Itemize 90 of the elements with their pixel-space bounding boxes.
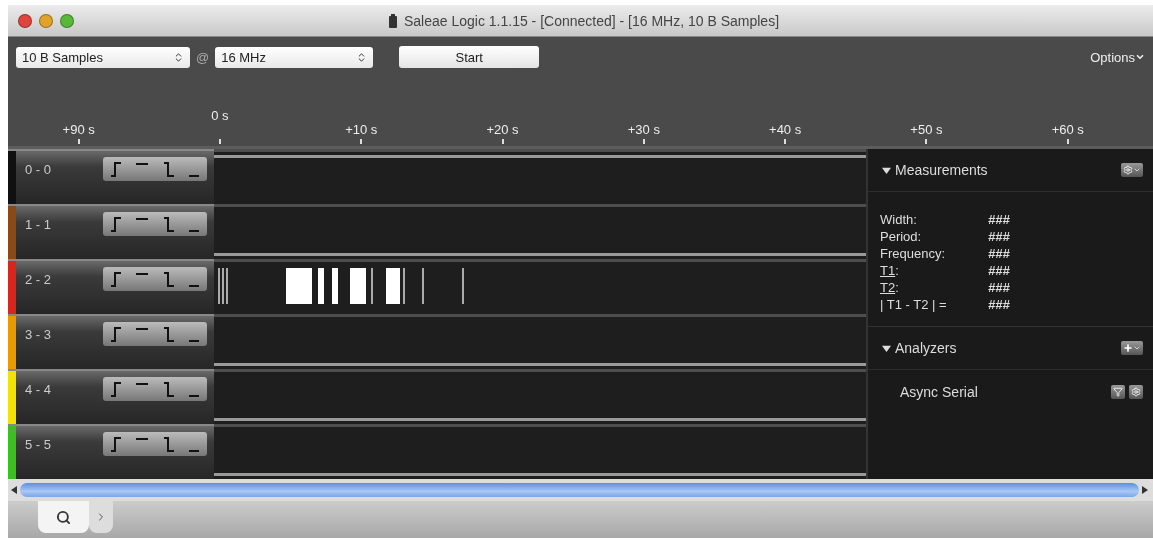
measurement-label[interactable]: T1: <box>880 263 988 278</box>
gear-icon <box>1131 387 1141 397</box>
tick-mark <box>218 139 221 144</box>
expanded-triangle-icon[interactable] <box>882 165 891 175</box>
measurement-label: Width: <box>880 212 918 227</box>
channel-name: 4 - 4 <box>24 381 52 397</box>
panel-title: Measurements <box>895 162 989 178</box>
gear-icon <box>1123 165 1133 175</box>
falling-edge-icon[interactable] <box>161 160 176 178</box>
measurement-value: ### <box>988 297 1011 312</box>
measurement-value: ### <box>988 212 1011 227</box>
channel-name: 5 - 5 <box>24 436 52 452</box>
options-button[interactable]: Options <box>1090 49 1145 65</box>
falling-edge-icon[interactable] <box>161 435 176 453</box>
scroll-right-icon[interactable] <box>1141 486 1149 494</box>
channel-header[interactable]: 3 - 3 <box>8 314 214 369</box>
plus-icon <box>1123 343 1133 353</box>
rising-edge-icon[interactable] <box>108 215 123 233</box>
trigger-button-group[interactable] <box>103 377 207 401</box>
samples-dropdown[interactable]: 10 B Samples <box>16 46 190 68</box>
measurement-value: ### <box>988 246 1011 261</box>
falling-edge-icon[interactable] <box>161 270 176 288</box>
caret-icon <box>1133 344 1141 352</box>
measurement-value: ### <box>988 263 1011 278</box>
zoom-button[interactable] <box>60 13 74 28</box>
measurement-label[interactable]: T2: <box>880 280 988 295</box>
time-tick-label: +60 s <box>1051 122 1084 137</box>
trigger-button-group[interactable] <box>103 212 207 236</box>
caret-icon <box>1135 52 1145 62</box>
channel-header[interactable]: 1 - 1 <box>8 204 214 259</box>
channel-name: 1 - 1 <box>24 216 52 232</box>
tick-mark <box>360 139 363 144</box>
filter-button[interactable] <box>1111 385 1125 399</box>
expanded-triangle-icon[interactable] <box>882 343 891 353</box>
measurement-label: | T1 - T2 | = <box>880 297 948 312</box>
time-tick-label: +20 s <box>486 122 519 137</box>
time-tick-label: +10 s <box>345 122 378 137</box>
measurement-value: ### <box>988 229 1011 244</box>
measurement-label: Period: <box>880 229 923 244</box>
measurement-value: ### <box>988 280 1011 295</box>
panel-title: Analyzers <box>895 340 958 356</box>
channel-header[interactable]: 4 - 4 <box>8 369 214 424</box>
analyzer-name[interactable]: Async Serial <box>900 384 1111 400</box>
search-tab[interactable] <box>38 501 89 533</box>
trigger-button-group[interactable] <box>103 322 207 346</box>
tick-mark <box>501 139 504 144</box>
tick-mark <box>925 139 928 144</box>
scroll-left-icon[interactable] <box>10 486 18 494</box>
window-title: Saleae Logic 1.1.15 - [Connected] - [16 MHz, 10 B Samples] <box>403 12 780 29</box>
channel-header[interactable]: 0 - 0 <box>8 149 214 204</box>
rising-edge-icon[interactable] <box>108 325 123 343</box>
filter-icon <box>1113 387 1123 397</box>
time-tick-label: +40 s <box>769 122 802 137</box>
time-origin-label: 0 s <box>211 108 229 123</box>
start-button[interactable]: Start <box>399 46 540 68</box>
rising-edge-icon[interactable] <box>108 435 123 453</box>
settings-menu-button[interactable] <box>1121 163 1143 177</box>
channel-header[interactable]: 2 - 2 <box>8 259 214 314</box>
search-icon <box>56 509 71 525</box>
rate-dropdown[interactable]: 16 MHz <box>215 46 374 68</box>
channel-header[interactable]: 5 - 5 <box>8 424 214 479</box>
up-down-arrows-icon <box>173 51 184 63</box>
falling-edge-icon[interactable] <box>161 380 176 398</box>
rising-edge-icon[interactable] <box>108 270 123 288</box>
time-tick-label: +90 s <box>62 122 95 137</box>
rising-edge-icon[interactable] <box>108 380 123 398</box>
settings-button[interactable] <box>1129 385 1143 399</box>
close-button[interactable] <box>18 13 32 28</box>
channel-name: 0 - 0 <box>24 161 52 177</box>
device-icon <box>387 13 398 28</box>
channel-name: 2 - 2 <box>24 271 52 287</box>
measurement-label: Frequency: <box>880 246 947 261</box>
channel-name: 3 - 3 <box>24 326 52 342</box>
falling-edge-icon[interactable] <box>161 215 176 233</box>
add-menu-button[interactable] <box>1121 341 1143 355</box>
time-tick-label: +50 s <box>910 122 943 137</box>
tick-mark <box>642 139 645 144</box>
tick-mark <box>1066 139 1069 144</box>
trigger-button-group[interactable] <box>103 157 207 181</box>
minimize-button[interactable] <box>39 13 53 28</box>
trigger-button-group[interactable] <box>103 432 207 456</box>
scroll-thumb[interactable] <box>20 483 1139 497</box>
at-sign: @ <box>196 49 210 65</box>
falling-edge-icon[interactable] <box>161 325 176 343</box>
time-tick-label: +30 s <box>627 122 660 137</box>
caret-icon <box>1133 166 1141 174</box>
trigger-button-group[interactable] <box>103 267 207 291</box>
tick-mark <box>77 139 80 144</box>
tick-mark <box>784 139 787 144</box>
rising-edge-icon[interactable] <box>108 160 123 178</box>
